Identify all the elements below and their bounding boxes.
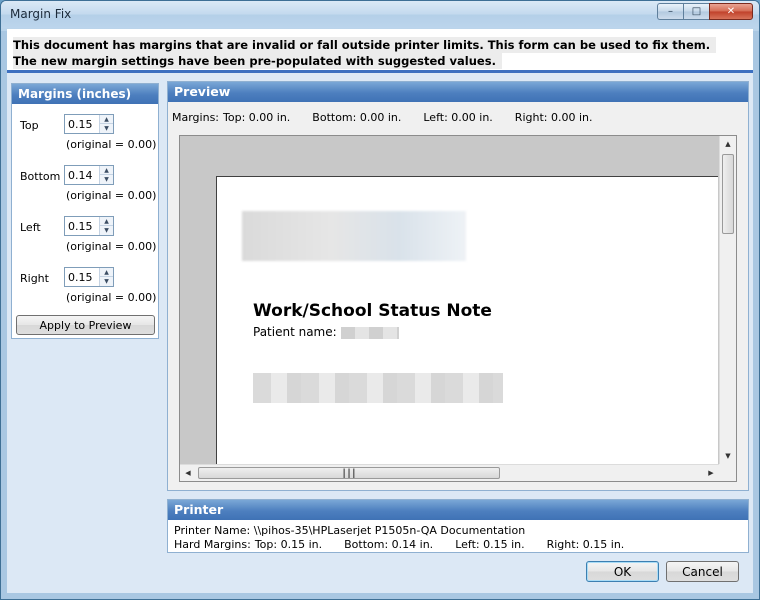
chevron-up-icon: ▲ bbox=[104, 217, 109, 225]
scroll-left-button[interactable]: ◀ bbox=[180, 465, 196, 481]
dialog-body: This document has margins that are inval… bbox=[7, 29, 753, 593]
right-margin-stepper[interactable]: 0.15 ▲ ▼ bbox=[64, 267, 114, 287]
vertical-scrollbar[interactable]: ▲ ▼ bbox=[719, 136, 736, 464]
arrow-up-icon: ▲ bbox=[725, 140, 731, 148]
printer-panel: Printer Printer Name: \\pihos-35\HPLaser… bbox=[167, 499, 749, 553]
info-banner: This document has margins that are inval… bbox=[7, 29, 753, 73]
close-icon: ✕ bbox=[726, 6, 736, 17]
margin-fix-window: Margin Fix – □ ✕ This document has margi… bbox=[0, 0, 760, 600]
margins-panel-header: Margins (inches) bbox=[12, 84, 158, 104]
preview-margins-readout: Margins: Top: 0.00 in. Bottom: 0.00 in. Lef… bbox=[172, 111, 614, 124]
info-line-2: The new margin settings have been pre-po… bbox=[13, 53, 502, 69]
minimize-button[interactable]: – bbox=[657, 3, 683, 20]
preview-margins-label: Margins: bbox=[172, 111, 220, 124]
margins-panel: Margins (inches) Top 0.15 ▲ ▼ (original … bbox=[11, 83, 159, 339]
bottom-decrement-button[interactable]: ▼ bbox=[100, 175, 113, 184]
close-button[interactable]: ✕ bbox=[709, 3, 753, 20]
printer-name: Printer Name: \\pihos-35\HPLaserjet P150… bbox=[174, 524, 526, 537]
right-original-value: (original = 0.00) bbox=[66, 291, 157, 304]
right-decrement-button[interactable]: ▼ bbox=[100, 277, 113, 286]
top-decrement-button[interactable]: ▼ bbox=[100, 124, 113, 133]
redacted-logo bbox=[242, 211, 466, 261]
arrow-right-icon: ▶ bbox=[708, 469, 714, 477]
arrow-down-icon: ▼ bbox=[725, 452, 731, 460]
chevron-up-icon: ▲ bbox=[104, 268, 109, 276]
cancel-button[interactable]: Cancel bbox=[666, 561, 739, 582]
preview-page: Work/School Status Note Patient name: bbox=[216, 176, 718, 464]
scroll-up-button[interactable]: ▲ bbox=[720, 136, 736, 152]
scroll-corner bbox=[719, 464, 736, 481]
left-margin-input[interactable]: 0.15 bbox=[68, 220, 93, 233]
grip-icon: ┃┃┃ bbox=[341, 468, 357, 478]
document-title: Work/School Status Note bbox=[253, 301, 492, 321]
arrow-left-icon: ◀ bbox=[185, 469, 191, 477]
bottom-increment-button[interactable]: ▲ bbox=[100, 166, 113, 175]
ok-button[interactable]: OK bbox=[586, 561, 659, 582]
apply-to-preview-button[interactable]: Apply to Preview bbox=[16, 315, 155, 335]
redacted-patient-name bbox=[340, 326, 399, 339]
info-line-1: This document has margins that are inval… bbox=[13, 37, 717, 53]
top-margin-stepper[interactable]: 0.15 ▲ ▼ bbox=[64, 114, 114, 134]
left-margin-stepper[interactable]: 0.15 ▲ ▼ bbox=[64, 216, 114, 236]
bottom-margin-stepper[interactable]: 0.14 ▲ ▼ bbox=[64, 165, 114, 185]
left-increment-button[interactable]: ▲ bbox=[100, 217, 113, 226]
title-bar[interactable]: Margin Fix – □ ✕ bbox=[1, 1, 759, 28]
scroll-right-button[interactable]: ▶ bbox=[703, 465, 719, 481]
left-original-value: (original = 0.00) bbox=[66, 240, 157, 253]
hard-margins-label: Hard Margins: bbox=[174, 538, 251, 551]
patient-name-label: Patient name: bbox=[253, 325, 337, 339]
horizontal-scroll-thumb[interactable]: ┃┃┃ bbox=[198, 467, 500, 479]
hard-margin-right: Right: 0.15 in. bbox=[546, 538, 625, 551]
printer-panel-header: Printer bbox=[168, 500, 748, 520]
right-margin-input[interactable]: 0.15 bbox=[68, 271, 93, 284]
preview-panel: Preview Margins: Top: 0.00 in. Bottom: 0.0… bbox=[167, 81, 749, 491]
right-increment-button[interactable]: ▲ bbox=[100, 268, 113, 277]
margin-label-left: Left bbox=[20, 221, 41, 234]
hard-margin-left: Left: 0.15 in. bbox=[455, 538, 525, 551]
chevron-down-icon: ▼ bbox=[104, 278, 109, 285]
minimize-icon: – bbox=[668, 6, 673, 17]
top-original-value: (original = 0.00) bbox=[66, 138, 157, 151]
chevron-up-icon: ▲ bbox=[104, 166, 109, 174]
hard-margin-top: Top: 0.15 in. bbox=[254, 538, 323, 551]
horizontal-scrollbar[interactable]: ◀ ┃┃┃ ▶ bbox=[180, 464, 719, 481]
scroll-down-button[interactable]: ▼ bbox=[720, 448, 736, 464]
hard-margins-readout: Hard Margins: Top: 0.15 in. Bottom: 0.14 i… bbox=[174, 538, 646, 551]
margin-label-right: Right bbox=[20, 272, 49, 285]
margin-label-bottom: Bottom bbox=[20, 170, 61, 183]
left-decrement-button[interactable]: ▼ bbox=[100, 226, 113, 235]
chevron-down-icon: ▼ bbox=[104, 125, 109, 132]
preview-margin-top: Top: 0.00 in. bbox=[223, 111, 291, 124]
preview-margin-bottom: Bottom: 0.00 in. bbox=[312, 111, 402, 124]
bottom-margin-input[interactable]: 0.14 bbox=[68, 169, 93, 182]
redacted-text-block bbox=[253, 373, 503, 403]
maximize-icon: □ bbox=[691, 6, 702, 17]
margin-label-top: Top bbox=[20, 119, 39, 132]
top-increment-button[interactable]: ▲ bbox=[100, 115, 113, 124]
hard-margin-bottom: Bottom: 0.14 in. bbox=[344, 538, 434, 551]
vertical-scroll-thumb[interactable] bbox=[722, 154, 734, 234]
preview-panel-header: Preview bbox=[168, 82, 748, 102]
top-margin-input[interactable]: 0.15 bbox=[68, 118, 93, 131]
chevron-down-icon: ▼ bbox=[104, 227, 109, 234]
preview-margin-right: Right: 0.00 in. bbox=[514, 111, 593, 124]
chevron-down-icon: ▼ bbox=[104, 176, 109, 183]
preview-margin-left: Left: 0.00 in. bbox=[423, 111, 493, 124]
patient-name-line: Patient name: bbox=[253, 325, 399, 339]
window-controls: – □ ✕ bbox=[657, 3, 753, 20]
window-title: Margin Fix bbox=[10, 7, 72, 21]
document-preview-viewer[interactable]: Work/School Status Note Patient name: ▲ … bbox=[179, 135, 737, 482]
chevron-up-icon: ▲ bbox=[104, 115, 109, 123]
bottom-original-value: (original = 0.00) bbox=[66, 189, 157, 202]
maximize-button[interactable]: □ bbox=[683, 3, 709, 20]
